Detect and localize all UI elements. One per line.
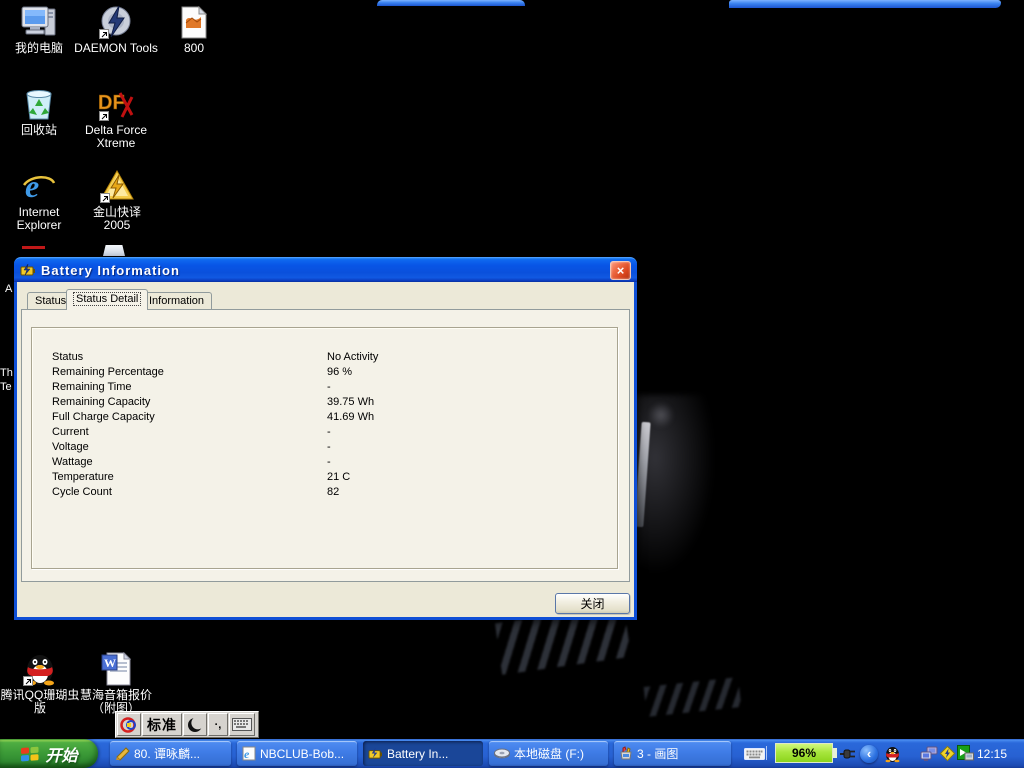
tray-battery-meter[interactable]: 96%	[775, 743, 833, 763]
desktop-icon-label: 腾讯QQ珊瑚虫 版	[0, 689, 80, 715]
svg-text:W: W	[104, 656, 116, 670]
desktop-icon-delta-force[interactable]: DF Delta Force Xtreme	[68, 85, 164, 150]
partial-icon-label: A	[5, 283, 12, 295]
hidden-icon-fragment	[22, 246, 45, 249]
battery-app-icon	[368, 747, 383, 760]
ie-page-icon: e	[242, 746, 256, 761]
detail-row: Remaining Percentage96 %	[32, 366, 617, 381]
detail-row: Remaining Time-	[32, 381, 617, 396]
start-label: 开始	[45, 742, 77, 766]
tray-qq-icon[interactable]	[884, 739, 901, 768]
desktop-icon-kingsoft[interactable]: 金山快译 2005	[74, 167, 160, 232]
tray-ac-plug-icon[interactable]	[839, 739, 856, 768]
dialog-titlebar[interactable]: Battery Information ×	[14, 257, 637, 282]
detail-row: Remaining Capacity39.75 Wh	[32, 396, 617, 411]
desktop-icon-label: Delta Force Xtreme	[68, 124, 164, 150]
wallpaper-glow	[648, 402, 674, 428]
battery-app-icon	[20, 263, 36, 277]
shortcut-arrow-icon	[99, 111, 109, 121]
tab-information[interactable]: Information	[141, 292, 212, 310]
desktop-icon-label: Internet Explorer	[0, 206, 78, 232]
qq-penguin-icon	[0, 650, 80, 686]
detail-row: Wattage-	[32, 456, 617, 471]
hidden-icon-fragment	[103, 245, 125, 256]
desktop-icon-word-doc[interactable]: W 慧海音箱报价 （附图）	[72, 650, 160, 715]
tray-collapse-chevron-icon[interactable]: ‹	[860, 745, 878, 763]
wallpaper-stripes	[644, 677, 742, 717]
taskbar: 开始 80. 谭咏麟... e NBCLUB-Bob... Battery In…	[0, 739, 1024, 768]
tray-network-icon[interactable]	[920, 739, 938, 768]
shortcut-arrow-icon	[99, 29, 109, 39]
start-button[interactable]: 开始	[0, 739, 98, 768]
taskbar-item-paint[interactable]: 3 - 画图	[614, 741, 731, 766]
svg-text:e: e	[244, 747, 250, 761]
ime-softkeyboard-icon[interactable]	[229, 713, 255, 736]
ime-punctuation-icon[interactable]: ·,	[208, 713, 228, 736]
tab-page-status-detail: StatusNo Activity Remaining Percentage96…	[21, 309, 630, 582]
tray-clock[interactable]: 12:15	[977, 739, 1007, 768]
paint-app-icon	[619, 746, 633, 761]
detail-row: Current-	[32, 426, 617, 441]
recycle-bin-icon	[0, 85, 78, 121]
desktop-icon-label: 金山快译 2005	[74, 206, 160, 232]
taskbar-item-ie[interactable]: e NBCLUB-Bob...	[237, 741, 357, 766]
desktop-icon-daemon-tools[interactable]: DAEMON Tools	[70, 3, 162, 55]
tray-keyboard-icon[interactable]	[744, 739, 765, 768]
word-document-icon: W	[72, 650, 160, 686]
disk-drive-icon	[494, 748, 510, 760]
desktop-icon-label: DAEMON Tools	[70, 42, 162, 55]
desktop-icon-label: 800	[164, 42, 224, 55]
detail-row: StatusNo Activity	[32, 351, 617, 366]
tray-display-utility-icon[interactable]	[957, 739, 974, 768]
internet-explorer-icon: e	[0, 167, 78, 203]
my-computer-icon	[0, 3, 78, 39]
windows-logo-icon	[20, 745, 40, 763]
offscreen-window-titlebar[interactable]	[729, 0, 1001, 8]
close-icon[interactable]: ×	[610, 261, 631, 280]
tray-battery-nub	[833, 748, 837, 758]
battery-information-window: Battery Information × Status Status Deta…	[14, 257, 637, 620]
detail-row: Voltage-	[32, 441, 617, 456]
detail-row: Temperature21 C	[32, 471, 617, 486]
desktop-icon-800[interactable]: 800	[164, 3, 224, 55]
daemon-tools-icon	[70, 3, 162, 39]
battery-detail-groupbox: StatusNo Activity Remaining Percentage96…	[31, 327, 618, 569]
shortcut-arrow-icon	[23, 676, 33, 686]
tray-separator	[766, 746, 767, 760]
desktop-icon-label: 我的电脑	[0, 42, 78, 55]
partial-icon-label: Te	[0, 381, 12, 393]
detail-row: Full Charge Capacity41.69 Wh	[32, 411, 617, 426]
ime-toolbar: 标准 ·,	[115, 711, 259, 738]
close-button[interactable]: 关闭	[555, 593, 630, 614]
partial-icon-label: Th	[0, 367, 13, 379]
desktop-icon-label: 回收站	[0, 124, 78, 137]
detail-row: Cycle Count82	[32, 486, 617, 501]
delta-force-icon: DF	[68, 85, 164, 121]
desktop: 我的电脑 DAEMON Tools 800	[0, 0, 1024, 768]
svg-text:e: e	[25, 169, 39, 203]
ime-logo-icon[interactable]	[117, 713, 141, 736]
taskbar-item-disk[interactable]: 本地磁盘 (F:)	[489, 741, 608, 766]
desktop-icon-internet-explorer[interactable]: e Internet Explorer	[0, 167, 78, 232]
taskbar-item-battery[interactable]: Battery In...	[363, 741, 483, 766]
dialog-body: Status Status Detail Information StatusN…	[17, 282, 634, 617]
tab-status-detail[interactable]: Status Detail	[66, 289, 148, 310]
taskbar-item-music[interactable]: 80. 谭咏麟...	[110, 741, 231, 766]
music-app-icon	[115, 746, 130, 761]
kingsoft-fasttrans-icon	[74, 167, 160, 203]
tray-daemon-icon[interactable]	[939, 739, 956, 768]
ime-fullwidth-icon[interactable]	[183, 713, 207, 736]
document-icon	[164, 3, 224, 39]
shortcut-arrow-icon	[100, 193, 110, 203]
dialog-title: Battery Information	[41, 263, 610, 278]
desktop-icon-my-computer[interactable]: 我的电脑	[0, 3, 78, 55]
offscreen-window-titlebar[interactable]	[377, 0, 525, 6]
ime-mode-button[interactable]: 标准	[142, 713, 182, 736]
desktop-icon-qq[interactable]: 腾讯QQ珊瑚虫 版	[0, 650, 80, 715]
desktop-icon-recycle-bin[interactable]: 回收站	[0, 85, 78, 137]
